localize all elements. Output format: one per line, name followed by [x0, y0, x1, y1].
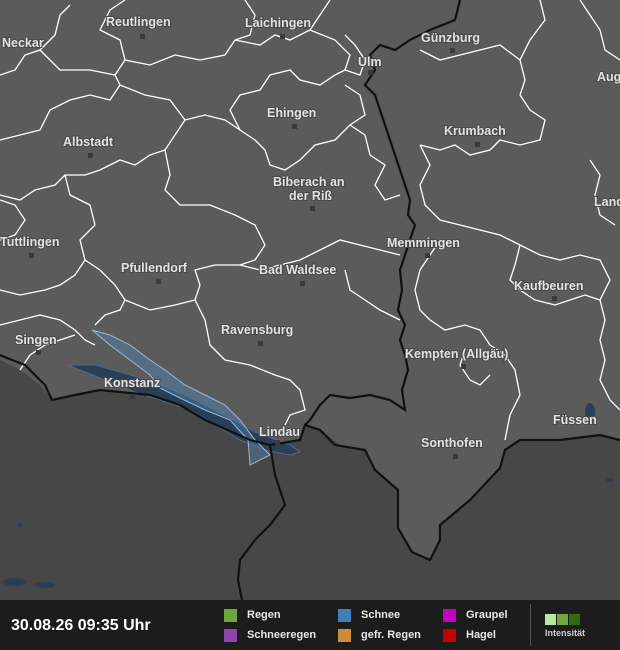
city-dot [36, 350, 41, 355]
footer-bar: 30.08.26 09:35 Uhr Regen Schneeregen Sch… [0, 600, 620, 650]
intensity-swatch-light [545, 614, 556, 625]
legend-swatch [443, 628, 456, 642]
city-dot [368, 70, 373, 75]
city-label: Bad Waldsee [259, 263, 336, 277]
city-label: Lindau [259, 425, 300, 439]
city-dot [258, 341, 263, 346]
city-label: Landsberg am Lech [594, 195, 620, 209]
legend-label: Schneeregen [247, 629, 317, 641]
legend-swatch [224, 608, 237, 622]
city-label: Reutlingen [106, 15, 171, 29]
legend-label: gefr. Regen [361, 629, 421, 641]
city-label: Günzburg [421, 31, 480, 45]
city-label: Sonthofen [421, 436, 483, 450]
intensity-swatch-medium [557, 614, 568, 625]
city-dot [450, 48, 455, 53]
city-dot [461, 364, 466, 369]
intensity-swatch-strong [569, 614, 580, 625]
legend-swatch [443, 608, 456, 622]
city-dot [310, 206, 315, 211]
city-dot [292, 124, 297, 129]
city-label: Kaufbeuren [514, 279, 583, 293]
legend-item-gefr-regen: gefr. Regen [338, 628, 421, 642]
legend-label: Regen [247, 609, 281, 621]
city-label: Füssen [553, 413, 597, 427]
city-dot [156, 279, 161, 284]
city-label: Tuttlingen [0, 235, 59, 249]
city-label: Augsburg [597, 70, 620, 84]
map[interactable]: Reutlingen Laichingen Neckar Günzburg Ul… [0, 0, 620, 600]
city-label: Biberach an [273, 175, 345, 189]
city-dot [425, 253, 430, 258]
city-label: Krumbach [444, 124, 506, 138]
city-label: Singen [15, 333, 57, 347]
city-label: der Riß [289, 189, 332, 203]
city-dot [29, 253, 34, 258]
city-dot [552, 296, 557, 301]
city-label: Kempten (Allgäu) [405, 347, 508, 361]
legend-swatch [338, 608, 351, 622]
city-label: Laichingen [245, 16, 311, 30]
legend-item-hagel: Hagel [443, 628, 496, 642]
legend-label: Graupel [466, 609, 508, 621]
legend-label: Schnee [361, 609, 401, 621]
legend-swatch [338, 628, 351, 642]
city-dot [140, 34, 145, 39]
city-label: Pfullendorf [121, 261, 188, 275]
city-dot [275, 440, 280, 445]
city-label: Ravensburg [221, 323, 293, 337]
legend-item-regen: Regen [224, 608, 281, 622]
city-label: Konstanz [104, 376, 160, 390]
intensity-label: Intensität [545, 628, 586, 638]
city-dot [300, 281, 305, 286]
city-label: Neckar [2, 36, 44, 50]
city-dot [280, 34, 285, 39]
legend-divider [530, 604, 531, 646]
legend-item-schneeregen: Schneeregen [224, 628, 316, 642]
legend-swatch [224, 628, 237, 642]
city-dot [88, 153, 93, 158]
intensity-scale: Intensität [545, 612, 585, 638]
city-label: Albstadt [63, 135, 114, 149]
city-dot [453, 454, 458, 459]
legend-label: Hagel [466, 629, 496, 641]
city-label: Ehingen [267, 106, 316, 120]
city-label: Ulm [358, 55, 382, 69]
city-dot [475, 142, 480, 147]
timestamp: 30.08.26 09:35 Uhr [11, 617, 151, 634]
city-dot [130, 394, 135, 399]
legend-item-graupel: Graupel [443, 608, 508, 622]
city-label: Memmingen [387, 236, 460, 250]
legend-item-schnee: Schnee [338, 608, 400, 622]
